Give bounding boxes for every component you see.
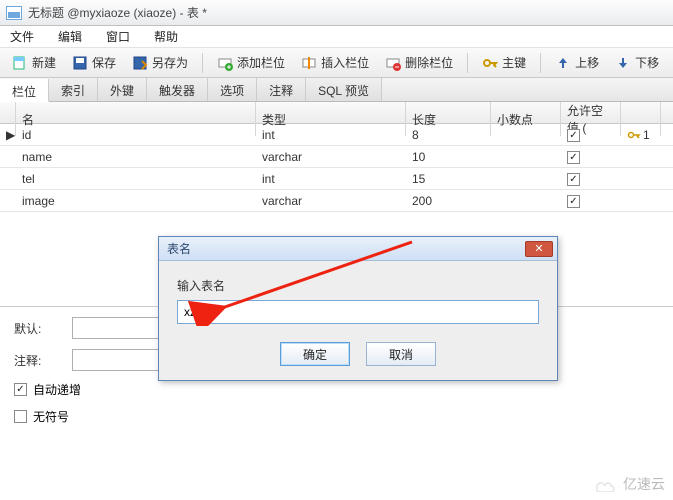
add-column-icon xyxy=(217,55,233,71)
insert-column-icon xyxy=(301,55,317,71)
cell-name[interactable]: tel xyxy=(16,172,256,186)
cell-len[interactable]: 10 xyxy=(406,150,491,164)
tab-fk[interactable]: 外键 xyxy=(98,78,147,101)
window-titlebar: 无标题 @myxiaoze (xiaoze) - 表 * xyxy=(0,0,673,26)
tab-bar: 栏位 索引 外键 触发器 选项 注释 SQL 预览 xyxy=(0,78,673,102)
tab-options[interactable]: 选项 xyxy=(208,78,257,101)
table-name-input[interactable] xyxy=(177,300,539,324)
move-up-button[interactable]: 上移 xyxy=(549,52,605,73)
cell-pk[interactable]: 1 xyxy=(621,128,661,142)
cell-len[interactable]: 8 xyxy=(406,128,491,142)
saveas-button[interactable]: 另存为 xyxy=(126,52,194,73)
menu-file[interactable]: 文件 xyxy=(6,26,38,47)
fields-grid: 名 类型 长度 小数点 允许空值 ( ▶idint8✓1namevarchar1… xyxy=(0,102,673,212)
null-checkbox[interactable]: ✓ xyxy=(567,151,580,164)
new-button[interactable]: 新建 xyxy=(6,52,62,73)
tab-comment[interactable]: 注释 xyxy=(257,78,306,101)
cell-type[interactable]: varchar xyxy=(256,150,406,164)
dialog-title: 表名 xyxy=(167,240,191,257)
app-icon xyxy=(6,6,22,20)
cell-null[interactable]: ✓ xyxy=(561,127,621,142)
toolbar-separator xyxy=(540,53,541,73)
tab-fields[interactable]: 栏位 xyxy=(0,79,49,102)
arrow-down-icon xyxy=(615,55,631,71)
autoinc-label: 自动递增 xyxy=(33,381,81,398)
cell-len[interactable]: 200 xyxy=(406,194,491,208)
menu-help[interactable]: 帮助 xyxy=(150,26,182,47)
col-dec[interactable]: 小数点 xyxy=(491,102,561,136)
tab-sql-preview[interactable]: SQL 预览 xyxy=(306,78,382,101)
cell-name[interactable]: name xyxy=(16,150,256,164)
toolbar: 新建 保存 另存为 添加栏位 插入栏位 删除栏位 主键 上移 下移 xyxy=(0,48,673,78)
add-column-button[interactable]: 添加栏位 xyxy=(211,52,291,73)
unsigned-checkbox[interactable] xyxy=(14,410,27,423)
arrow-up-icon xyxy=(555,55,571,71)
unsigned-label: 无符号 xyxy=(33,408,69,425)
move-down-button[interactable]: 下移 xyxy=(609,52,665,73)
row-pointer-icon: ▶ xyxy=(0,128,16,142)
cell-type[interactable]: int xyxy=(256,128,406,142)
cell-type[interactable]: varchar xyxy=(256,194,406,208)
insert-column-button[interactable]: 插入栏位 xyxy=(295,52,375,73)
null-checkbox[interactable]: ✓ xyxy=(567,195,580,208)
cancel-button[interactable]: 取消 xyxy=(366,342,436,366)
cell-null[interactable]: ✓ xyxy=(561,149,621,164)
cell-type[interactable]: int xyxy=(256,172,406,186)
watermark: 亿速云 xyxy=(593,474,665,494)
menu-bar: 文件 编辑 窗口 帮助 xyxy=(0,26,673,48)
key-icon xyxy=(627,128,641,142)
ok-button[interactable]: 确定 xyxy=(280,342,350,366)
cell-null[interactable]: ✓ xyxy=(561,171,621,186)
table-row[interactable]: telint15 ✓ xyxy=(0,168,673,190)
tab-trigger[interactable]: 触发器 xyxy=(147,78,208,101)
new-icon xyxy=(12,55,28,71)
save-icon xyxy=(72,55,88,71)
autoinc-checkbox[interactable]: ✓ xyxy=(14,383,27,396)
save-button[interactable]: 保存 xyxy=(66,52,122,73)
dialog-close-button[interactable]: ✕ xyxy=(525,241,553,257)
table-name-dialog: 表名 ✕ 输入表名 确定 取消 xyxy=(158,236,558,381)
cell-name[interactable]: id xyxy=(16,128,256,142)
window-title: 无标题 @myxiaoze (xiaoze) - 表 * xyxy=(28,4,207,21)
cell-name[interactable]: image xyxy=(16,194,256,208)
null-checkbox[interactable]: ✓ xyxy=(567,129,580,142)
key-icon xyxy=(482,55,498,71)
saveas-icon xyxy=(132,55,148,71)
toolbar-separator xyxy=(467,53,468,73)
comment-label: 注释: xyxy=(14,352,62,369)
table-row[interactable]: namevarchar10 ✓ xyxy=(0,146,673,168)
tab-index[interactable]: 索引 xyxy=(49,78,98,101)
default-label: 默认: xyxy=(14,320,62,337)
cell-len[interactable]: 15 xyxy=(406,172,491,186)
delete-column-button[interactable]: 删除栏位 xyxy=(379,52,459,73)
dialog-titlebar[interactable]: 表名 ✕ xyxy=(159,237,557,261)
table-row[interactable]: ▶idint8 ✓ 1 xyxy=(0,124,673,146)
menu-window[interactable]: 窗口 xyxy=(102,26,134,47)
primary-key-button[interactable]: 主键 xyxy=(476,52,532,73)
grid-header: 名 类型 长度 小数点 允许空值 ( xyxy=(0,102,673,124)
null-checkbox[interactable]: ✓ xyxy=(567,173,580,186)
cell-null[interactable]: ✓ xyxy=(561,193,621,208)
table-row[interactable]: imagevarchar200 ✓ xyxy=(0,190,673,212)
menu-edit[interactable]: 编辑 xyxy=(54,26,86,47)
dialog-label: 输入表名 xyxy=(177,277,539,294)
toolbar-separator xyxy=(202,53,203,73)
delete-column-icon xyxy=(385,55,401,71)
